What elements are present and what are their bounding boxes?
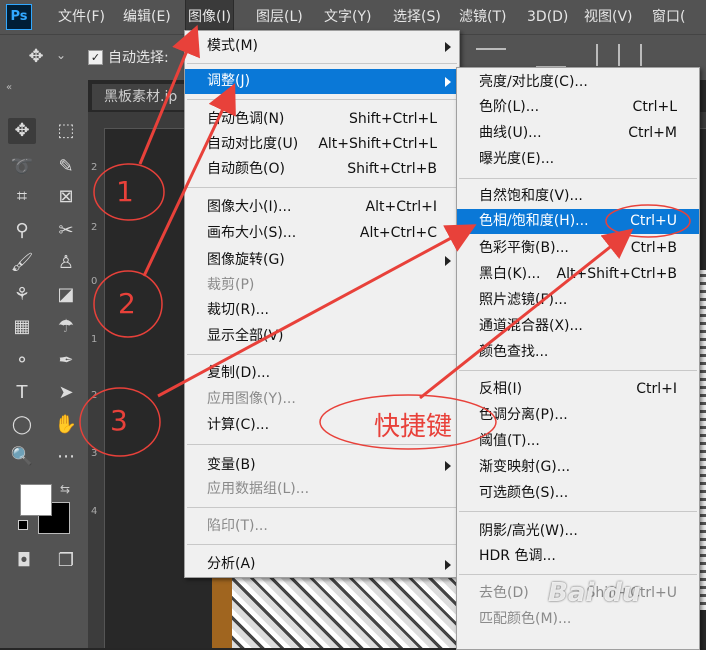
annotation-step-1: 1: [116, 175, 134, 208]
annotation-step-2: 2: [118, 287, 136, 320]
annotation-circle-ctrl-u: [605, 204, 691, 238]
annotation-shortcut-label: 快捷键: [374, 412, 453, 442]
annotation-arrow-shortcut: [419, 228, 634, 400]
annotation-overlay: [79, 24, 691, 457]
annotation-arrow-1: [138, 24, 200, 165]
annotation-step-3: 3: [110, 404, 128, 437]
baidu-watermark: Bai du: [548, 578, 641, 608]
annotation-arrow-3: [157, 224, 477, 398]
